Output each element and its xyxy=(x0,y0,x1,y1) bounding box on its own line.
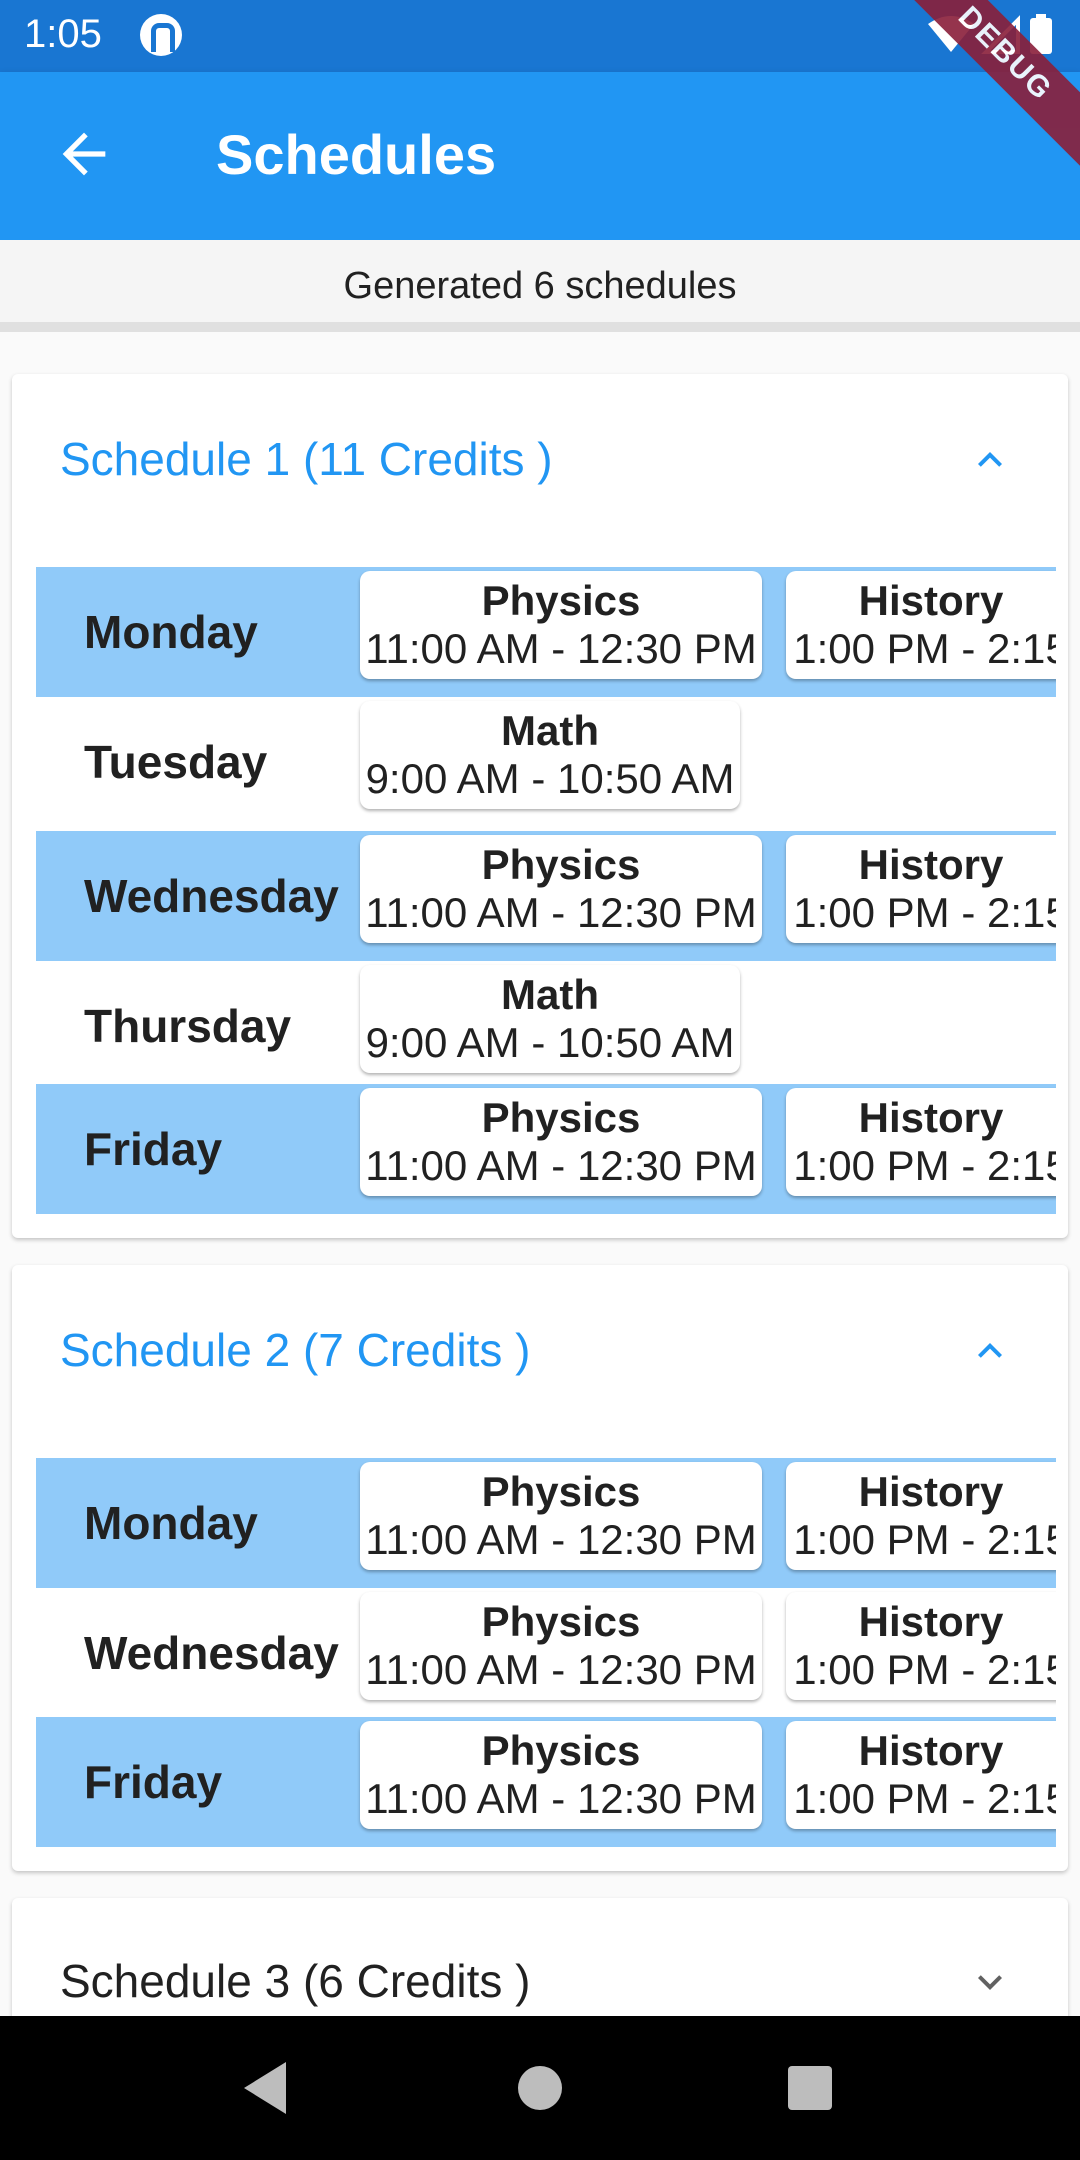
class-chip[interactable]: Physics 11:00 AM - 12:30 PM xyxy=(360,571,762,679)
class-name: History xyxy=(858,577,1004,624)
schedule-card-1: Schedule 1 (11 Credits ) Monday Physics … xyxy=(12,374,1068,1238)
class-name: Math xyxy=(501,707,599,754)
class-name: Physics xyxy=(481,1468,641,1515)
class-chip[interactable]: History 1:00 PM - 2:15 xyxy=(786,1462,1056,1570)
day-row: Friday Physics 11:00 AM - 12:30 PM Histo… xyxy=(36,1717,1056,1847)
app-bar: Schedules xyxy=(0,72,1080,240)
schedule-count-summary: Generated 6 schedules xyxy=(0,240,1080,332)
class-name: History xyxy=(858,1598,1004,1645)
day-label: Wednesday xyxy=(84,870,339,922)
day-label: Thursday xyxy=(84,1000,292,1052)
class-chip[interactable]: History 1:00 PM - 2:15 xyxy=(786,1088,1056,1196)
status-bar: 1:05 xyxy=(0,0,1080,72)
day-label: Monday xyxy=(84,606,258,658)
day-row: Thursday Math 9:00 AM - 10:50 AM xyxy=(36,961,1056,1091)
class-name: Physics xyxy=(481,1094,641,1141)
system-navigation-bar xyxy=(0,2016,1080,2160)
class-name: Physics xyxy=(481,841,641,888)
chevron-up-icon[interactable] xyxy=(966,1327,1014,1375)
nav-recents-icon[interactable] xyxy=(788,2066,832,2110)
class-time: 11:00 AM - 12:30 PM xyxy=(365,1516,757,1563)
class-time: 9:00 AM - 10:50 AM xyxy=(365,1019,735,1066)
day-label: Wednesday xyxy=(84,1627,339,1679)
class-time: 11:00 AM - 12:30 PM xyxy=(365,1646,757,1693)
class-chip[interactable]: History 1:00 PM - 2:15 xyxy=(786,835,1056,943)
chevron-up-icon[interactable] xyxy=(966,436,1014,484)
class-time: 1:00 PM - 2:15 xyxy=(793,1646,1056,1693)
schedule-header[interactable]: Schedule 1 (11 Credits ) xyxy=(12,374,1068,544)
class-time: 1:00 PM - 2:15 xyxy=(793,1775,1056,1822)
class-name: Physics xyxy=(481,1598,641,1645)
day-label: Friday xyxy=(84,1756,223,1808)
class-name: History xyxy=(858,841,1004,888)
class-chip[interactable]: Physics 11:00 AM - 12:30 PM xyxy=(360,1721,762,1829)
class-name: History xyxy=(858,1094,1004,1141)
class-time: 11:00 AM - 12:30 PM xyxy=(365,1775,757,1822)
page-title: Schedules xyxy=(216,123,497,186)
schedule-title: Schedule 1 (11 Credits ) xyxy=(60,433,553,485)
class-chip[interactable]: History 1:00 PM - 2:15 xyxy=(786,1721,1056,1829)
class-time: 1:00 PM - 2:15 xyxy=(793,889,1056,936)
class-name: Physics xyxy=(481,1727,641,1774)
nav-back-icon[interactable] xyxy=(244,2062,286,2114)
schedule-header[interactable]: Schedule 2 (7 Credits ) xyxy=(12,1265,1068,1435)
day-row: Monday Physics 11:00 AM - 12:30 PM Histo… xyxy=(36,567,1056,697)
class-time: 1:00 PM - 2:15 xyxy=(793,625,1056,672)
day-label: Tuesday xyxy=(84,736,268,788)
status-time: 1:05 xyxy=(24,12,102,56)
class-name: Physics xyxy=(481,577,641,624)
class-name: History xyxy=(858,1468,1004,1515)
schedule-title: Schedule 3 (6 Credits ) xyxy=(60,1955,531,2007)
app-notification-icon xyxy=(140,14,182,56)
class-chip[interactable]: History 1:00 PM - 2:15 xyxy=(786,571,1056,679)
class-chip[interactable]: History 1:00 PM - 2:15 xyxy=(786,1592,1056,1700)
day-label: Friday xyxy=(84,1123,223,1175)
class-name: History xyxy=(858,1727,1004,1774)
day-row: Wednesday Physics 11:00 AM - 12:30 PM Hi… xyxy=(36,831,1056,961)
class-time: 11:00 AM - 12:30 PM xyxy=(365,1142,757,1189)
class-chip[interactable]: Physics 11:00 AM - 12:30 PM xyxy=(360,1462,762,1570)
class-chip[interactable]: Math 9:00 AM - 10:50 AM xyxy=(360,965,740,1073)
chevron-down-icon[interactable] xyxy=(966,1958,1014,2006)
class-chip[interactable]: Physics 11:00 AM - 12:30 PM xyxy=(360,835,762,943)
class-name: Math xyxy=(501,971,599,1018)
class-time: 1:00 PM - 2:15 xyxy=(793,1516,1056,1563)
back-arrow-icon[interactable] xyxy=(52,122,116,186)
day-row: Tuesday Math 9:00 AM - 10:50 AM xyxy=(36,697,1056,827)
class-time: 11:00 AM - 12:30 PM xyxy=(365,625,757,672)
day-row: Friday Physics 11:00 AM - 12:30 PM Histo… xyxy=(36,1084,1056,1214)
class-time: 11:00 AM - 12:30 PM xyxy=(365,889,757,936)
nav-home-icon[interactable] xyxy=(518,2066,562,2110)
class-time: 1:00 PM - 2:15 xyxy=(793,1142,1056,1189)
class-chip[interactable]: Math 9:00 AM - 10:50 AM xyxy=(360,701,740,809)
day-label: Monday xyxy=(84,1497,258,1549)
class-time: 9:00 AM - 10:50 AM xyxy=(365,755,735,802)
class-chip[interactable]: Physics 11:00 AM - 12:30 PM xyxy=(360,1592,762,1700)
schedule-title: Schedule 2 (7 Credits ) xyxy=(60,1324,531,1376)
day-row: Wednesday Physics 11:00 AM - 12:30 PM Hi… xyxy=(36,1588,1056,1718)
schedule-card-2: Schedule 2 (7 Credits ) Monday Physics 1… xyxy=(12,1265,1068,1871)
class-chip[interactable]: Physics 11:00 AM - 12:30 PM xyxy=(360,1088,762,1196)
day-row: Monday Physics 11:00 AM - 12:30 PM Histo… xyxy=(36,1458,1056,1588)
